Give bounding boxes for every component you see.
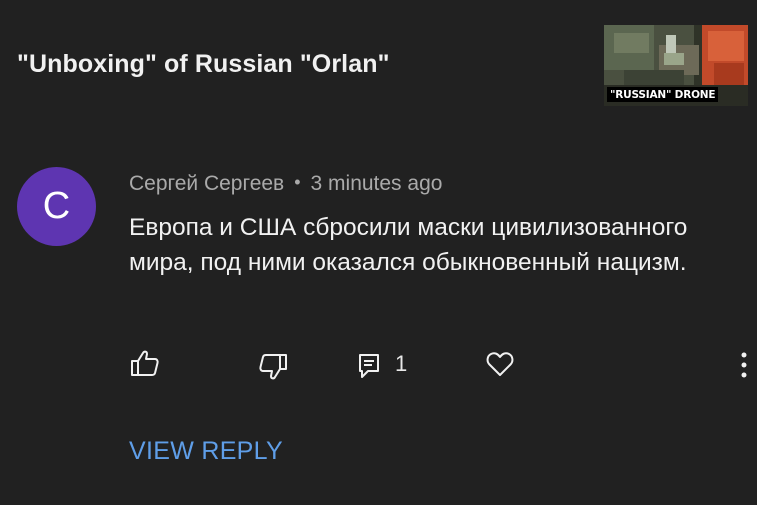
comment-time: 3 minutes ago	[310, 172, 443, 195]
comment-text: Европа и США сбросили маски цивилизованн…	[129, 214, 688, 276]
avatar[interactable]: C	[17, 167, 96, 246]
meta-separator: •	[294, 172, 301, 192]
view-reply-button[interactable]: VIEW REPLY	[129, 437, 283, 466]
comment-meta: Сергей Сергеев • 3 minutes ago	[129, 172, 442, 196]
comment-icon[interactable]	[358, 353, 382, 379]
reply-count[interactable]: 1	[395, 351, 407, 377]
video-title[interactable]: "Unboxing" of Russian "Orlan"	[17, 50, 390, 79]
more-vert-icon[interactable]	[738, 350, 750, 380]
thumbnail-caption: "RUSSIAN" DRONE	[607, 87, 719, 102]
thumbs-up-icon[interactable]	[130, 349, 160, 377]
heart-icon[interactable]	[486, 351, 514, 377]
video-thumbnail[interactable]: "RUSSIAN" DRONE	[604, 25, 748, 106]
thumbs-down-icon[interactable]	[258, 353, 288, 381]
comment-author[interactable]: Сергей Сергеев	[129, 172, 284, 195]
comment-screen: "Unboxing" of Russian "Orlan" "RUSSIAN" …	[0, 0, 757, 505]
